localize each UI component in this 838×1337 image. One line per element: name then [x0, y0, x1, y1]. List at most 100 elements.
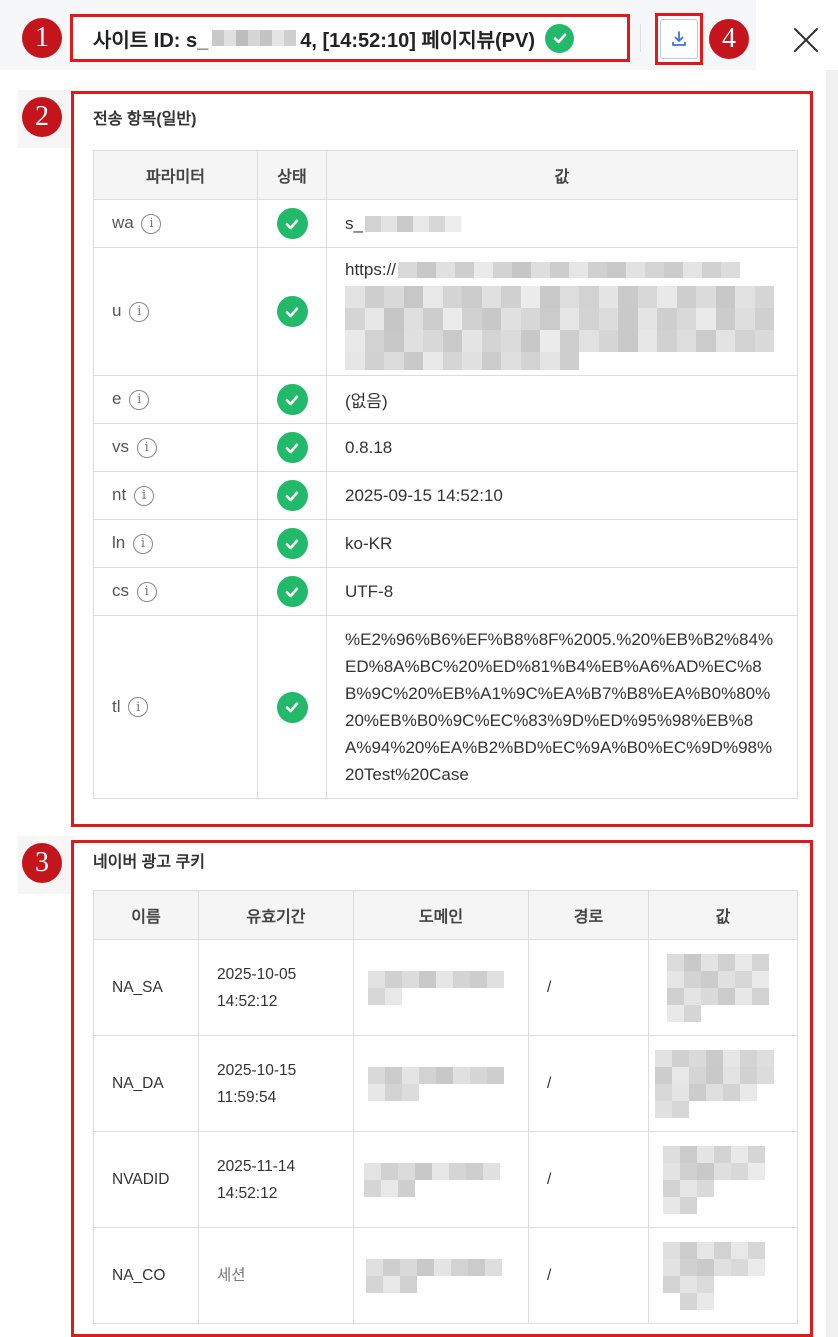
value-cell: (없음) — [326, 375, 798, 424]
redacted-value-tail — [345, 352, 779, 370]
status-cell — [257, 519, 327, 568]
check-circle-icon — [545, 23, 575, 53]
value-cell: ko-KR — [326, 519, 798, 568]
redacted-value-block — [345, 286, 779, 352]
cookie-value — [648, 1227, 798, 1324]
table-row: NA_SA 2025-10-05 14:52:12 / — [93, 939, 798, 1036]
param-name: u — [112, 301, 122, 321]
params-section-title: 전송 항목(일반) — [93, 111, 197, 128]
value-cell: %E2%96%B6%EF%B8%8F%2005.%20%EB%B2%84%ED%… — [326, 615, 798, 799]
table-row: NA_CO 세션 / — [93, 1227, 798, 1324]
info-icon[interactable]: i — [129, 301, 150, 322]
check-circle-icon — [276, 384, 308, 415]
column-header-name: 이름 — [93, 890, 199, 940]
check-circle-icon — [276, 208, 308, 239]
download-icon[interactable] — [660, 19, 698, 59]
cookie-path: / — [528, 1035, 649, 1132]
table-row: tl i %E2%96%B6%EF%B8%8F%2005.%20%EB%B2%8… — [93, 615, 798, 799]
status-cell — [257, 615, 327, 799]
scrollbar-track[interactable] — [826, 70, 838, 1337]
param-name: ln — [112, 533, 126, 553]
value-cell: UTF-8 — [326, 567, 798, 616]
cookie-domain — [353, 939, 529, 1036]
column-header-value: 값 — [326, 150, 798, 200]
header-divider — [640, 24, 641, 52]
redacted-value — [663, 1145, 796, 1214]
callout-marker-2: 2 — [22, 97, 62, 137]
table-row: e i (없음) — [93, 375, 798, 424]
callout-marker-1: 1 — [22, 18, 62, 58]
cookie-expires: 2025-10-15 11:59:54 — [198, 1035, 354, 1132]
param-cell: vs i — [93, 423, 258, 472]
params-table-header: 파라미터 상태 값 — [93, 150, 798, 200]
redacted-domain — [364, 1162, 527, 1197]
check-circle-icon — [276, 691, 308, 723]
cookie-expires: 2025-11-14 14:52:12 — [198, 1131, 354, 1228]
cookie-domain — [353, 1035, 529, 1132]
check-circle-icon — [276, 576, 308, 607]
table-row: cs i UTF-8 — [93, 567, 798, 616]
table-row: ln i ko-KR — [93, 519, 798, 568]
table-row: u i https:// — [93, 247, 798, 376]
status-cell — [257, 199, 327, 248]
close-button[interactable] — [786, 20, 826, 60]
param-name: nt — [112, 485, 127, 505]
cookie-value — [648, 1035, 798, 1132]
site-id-suffix: 4, [14:52:10] 페이지뷰(PV) — [300, 29, 536, 52]
param-cell: ln i — [93, 519, 258, 568]
value-cell: https:// — [326, 247, 798, 376]
param-name: e — [112, 389, 122, 409]
info-icon[interactable]: i — [128, 697, 149, 718]
table-row: vs i 0.8.18 — [93, 423, 798, 472]
param-name: vs — [112, 437, 129, 457]
redacted-value — [398, 262, 741, 278]
column-header-path: 경로 — [528, 890, 649, 940]
table-row: nt i 2025-09-15 14:52:10 — [93, 471, 798, 520]
param-name: wa — [112, 213, 134, 233]
column-header-param: 파라미터 — [93, 150, 258, 200]
param-cell: nt i — [93, 471, 258, 520]
info-icon[interactable]: i — [136, 581, 157, 602]
cookie-domain — [353, 1131, 529, 1228]
cookie-expires: 세션 — [198, 1227, 354, 1324]
column-header-status: 상태 — [257, 150, 327, 200]
cookie-name: NA_SA — [93, 939, 199, 1036]
cookie-path: / — [528, 1131, 649, 1228]
info-icon[interactable]: i — [136, 437, 157, 458]
info-icon[interactable]: i — [132, 533, 153, 554]
cookies-table-header: 이름 유효기간 도메인 경로 값 — [93, 890, 798, 940]
cookies-section-title: 네이버 광고 쿠키 — [93, 854, 205, 871]
status-cell — [257, 423, 327, 472]
param-name: cs — [112, 581, 129, 601]
param-name: tl — [112, 696, 121, 716]
cookie-path: / — [528, 939, 649, 1036]
param-cell: cs i — [93, 567, 258, 616]
column-header-expires: 유효기간 — [198, 890, 354, 940]
check-circle-icon — [276, 480, 308, 511]
site-id-prefix: 사이트 ID: s_ — [93, 29, 209, 52]
status-cell — [257, 375, 327, 424]
info-icon[interactable]: i — [129, 389, 150, 410]
check-circle-icon — [276, 432, 308, 463]
cookie-name: NA_CO — [93, 1227, 199, 1324]
param-cell: wa i — [93, 199, 258, 248]
table-row: NA_DA 2025-10-15 11:59:54 / — [93, 1035, 798, 1132]
param-cell: e i — [93, 375, 258, 424]
param-cell: u i — [93, 247, 258, 376]
redacted-site-id — [212, 30, 297, 46]
column-header-domain: 도메인 — [353, 890, 529, 940]
callout-marker-4: 4 — [709, 19, 749, 59]
redacted-domain — [368, 970, 527, 1005]
info-icon[interactable]: i — [141, 213, 162, 234]
cookie-name: NVADID — [93, 1131, 199, 1228]
value-cell: 2025-09-15 14:52:10 — [326, 471, 798, 520]
cookie-value — [648, 1131, 798, 1228]
redacted-value — [667, 953, 796, 1022]
download-button[interactable] — [655, 13, 703, 65]
info-icon[interactable]: i — [133, 485, 154, 506]
table-row: NVADID 2025-11-14 14:52:12 / — [93, 1131, 798, 1228]
close-icon[interactable] — [792, 26, 820, 54]
redacted-value — [663, 1241, 796, 1310]
redacted-value — [655, 1049, 796, 1118]
params-table: 파라미터 상태 값 wa i s_ u i https:// e i (없음) … — [93, 150, 798, 799]
